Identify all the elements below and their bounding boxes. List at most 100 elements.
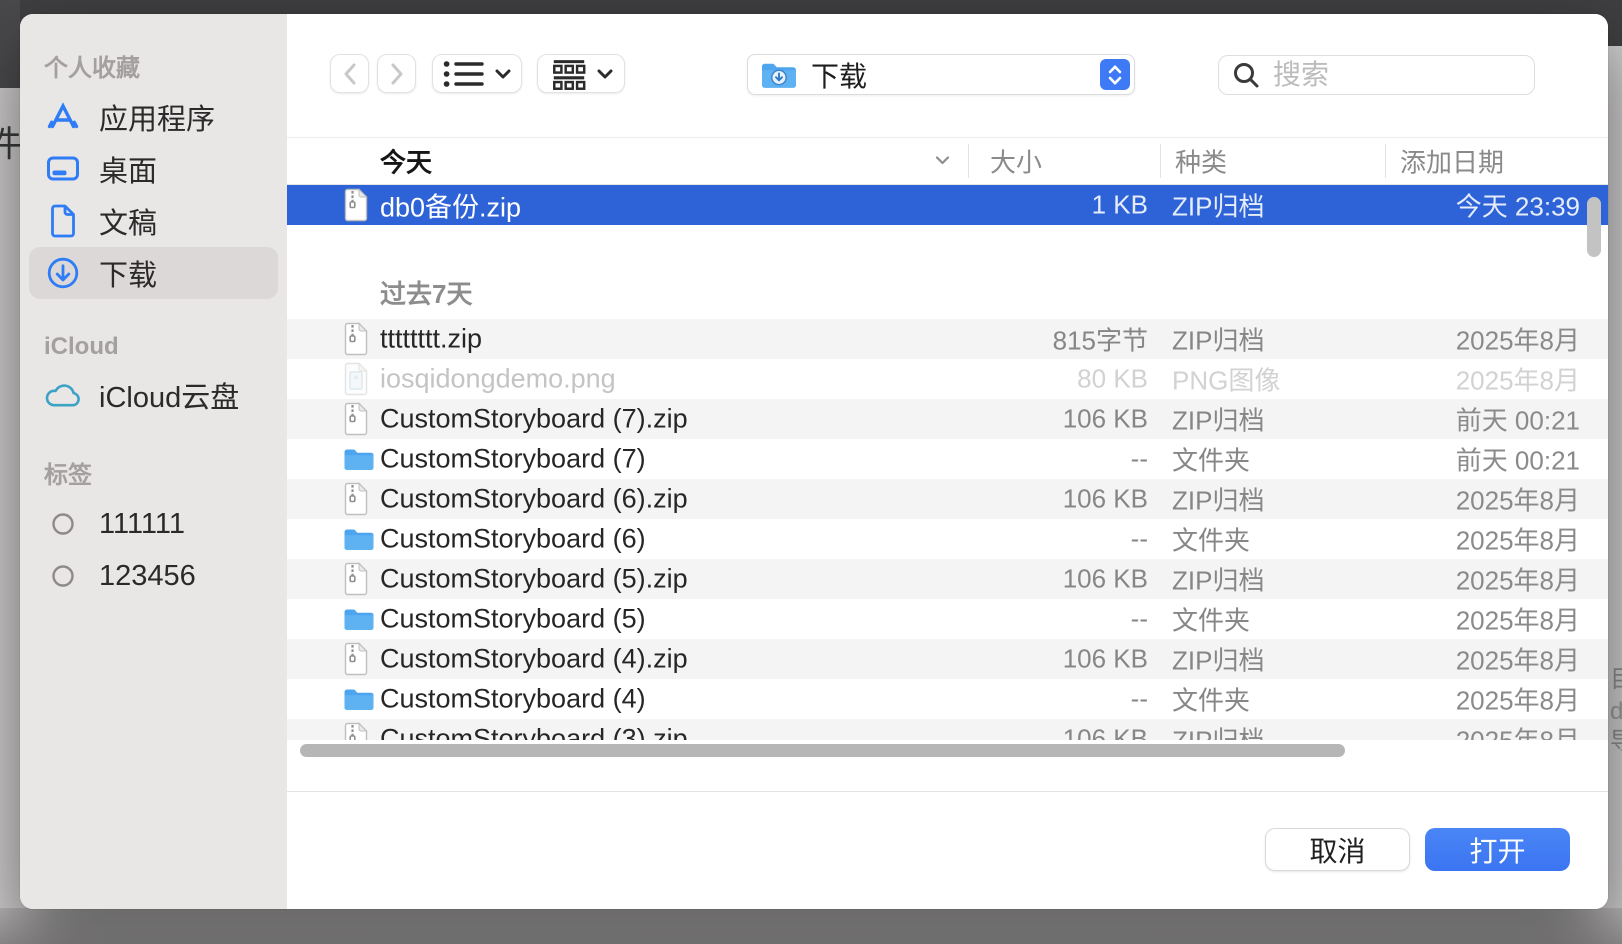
footer-divider: [287, 791, 1608, 792]
zip-file-icon: [343, 562, 369, 596]
file-kind: ZIP归档: [1172, 191, 1265, 222]
vertical-scrollbar-thumb[interactable]: [1587, 197, 1601, 257]
file-name: CustomStoryboard (4).zip: [380, 643, 688, 674]
view-as-list-button[interactable]: [432, 54, 522, 93]
file-kind: 文件夹: [1172, 525, 1251, 556]
download-circle-icon: [44, 255, 82, 291]
file-list: db0备份.zip 1 KB ZIP归档 今天 23:39 过去7天 tttttttt.z…: [287, 185, 1608, 740]
file-kind: 文件夹: [1172, 685, 1251, 716]
file-kind: ZIP归档: [1172, 645, 1265, 676]
file-row[interactable]: CustomStoryboard (6) -- 文件夹 2025年8月: [287, 519, 1608, 559]
sidebar-item-tag-123456[interactable]: 123456: [29, 550, 278, 602]
sidebar-item-desktop[interactable]: 桌面: [29, 143, 278, 195]
file-date-added: 2025年8月: [1455, 565, 1580, 596]
sidebar-item-label: 123456: [99, 559, 196, 592]
file-kind: ZIP归档: [1172, 405, 1265, 436]
file-name: tttttttt.zip: [380, 323, 483, 354]
sidebar-item-tag-111111[interactable]: 111111: [29, 498, 278, 550]
horizontal-scrollbar-thumb[interactable]: [300, 744, 1345, 757]
png-file-icon: [343, 362, 369, 396]
group-view-icon: [552, 59, 585, 90]
sidebar-item-documents[interactable]: 文稿: [29, 195, 278, 247]
forward-button[interactable]: [377, 54, 416, 93]
background-text-fragment: 目: [1610, 668, 1622, 692]
popup-stepper[interactable]: [1100, 59, 1130, 90]
search-input[interactable]: [1271, 58, 1505, 92]
list-spacer: [287, 225, 1608, 259]
zip-file-icon: [343, 322, 369, 356]
file-row[interactable]: iosqidongdemo.png 80 KB PNG图像 2025年8月: [287, 359, 1608, 399]
file-name: iosqidongdemo.png: [380, 363, 616, 394]
file-size: --: [1130, 683, 1148, 714]
file-row[interactable]: db0备份.zip 1 KB ZIP归档 今天 23:39: [287, 185, 1608, 225]
column-header-kind[interactable]: 种类: [1175, 143, 1227, 180]
file-date-added: 2025年8月: [1455, 325, 1580, 356]
file-size: 106 KB: [1062, 723, 1148, 741]
sidebar-item-label: 文稿: [99, 208, 158, 240]
file-date-added: 今天 23:39: [1455, 191, 1580, 222]
file-name: CustomStoryboard (6): [380, 523, 646, 554]
file-name: CustomStoryboard (6).zip: [380, 483, 688, 514]
desktop-icon: [44, 151, 82, 187]
tag-circle-icon: [44, 564, 82, 588]
column-divider: [968, 144, 969, 178]
file-date-added: 前天 00:21: [1455, 445, 1580, 476]
file-size: 106 KB: [1062, 483, 1148, 514]
search-icon: [1234, 63, 1259, 88]
column-divider: [1385, 144, 1386, 178]
file-row[interactable]: tttttttt.zip 815字节 ZIP归档 2025年8月: [287, 319, 1608, 359]
column-header-size[interactable]: 大小: [990, 143, 1042, 180]
chevron-left-icon: [344, 63, 355, 84]
file-name: CustomStoryboard (7): [380, 443, 646, 474]
file-kind: ZIP归档: [1172, 565, 1265, 596]
zip-file-icon: [343, 482, 369, 516]
sidebar-item-applications[interactable]: 应用程序: [29, 91, 278, 143]
file-row[interactable]: CustomStoryboard (4) -- 文件夹 2025年8月: [287, 679, 1608, 719]
file-size: 815字节: [1052, 325, 1148, 356]
file-date-added: 2025年8月: [1455, 605, 1580, 636]
up-down-chevrons-icon: [1108, 65, 1122, 84]
file-row[interactable]: CustomStoryboard (7) -- 文件夹 前天 00:21: [287, 439, 1608, 479]
sidebar-item-downloads[interactable]: 下载: [29, 247, 278, 299]
file-date-added: 2025年8月: [1455, 645, 1580, 676]
file-row[interactable]: CustomStoryboard (7).zip 106 KB ZIP归档 前天 00…: [287, 399, 1608, 439]
search-field[interactable]: [1218, 55, 1535, 95]
file-size: --: [1130, 523, 1148, 554]
column-header-date-added[interactable]: 添加日期: [1400, 143, 1504, 180]
file-name: db0备份.zip: [380, 192, 522, 223]
file-size: --: [1130, 603, 1148, 634]
open-file-dialog: 个人收藏 应用程序 桌面 文稿 下载 iCloud iCloud云盘 标签 111111 1234…: [20, 14, 1608, 909]
file-date-added: 2025年8月: [1455, 525, 1580, 556]
group-header: 过去7天: [287, 259, 1608, 319]
list-view-icon: [443, 60, 484, 87]
file-date-added: 前天 00:21: [1455, 405, 1580, 436]
file-row[interactable]: CustomStoryboard (6).zip 106 KB ZIP归档 2025年…: [287, 479, 1608, 519]
sidebar-item-label: 桌面: [99, 156, 158, 188]
chevron-right-icon: [391, 63, 402, 84]
back-button[interactable]: [330, 54, 369, 93]
grouping-button[interactable]: [537, 54, 625, 93]
file-name: CustomStoryboard (7).zip: [380, 403, 688, 434]
file-name: CustomStoryboard (5): [380, 603, 646, 634]
file-kind: PNG图像: [1172, 365, 1281, 396]
file-row[interactable]: CustomStoryboard (4).zip 106 KB ZIP归档 2025年…: [287, 639, 1608, 679]
dialog-content: 下载 今天 大小 种类: [287, 14, 1608, 909]
file-row[interactable]: CustomStoryboard (5).zip 106 KB ZIP归档 2025年…: [287, 559, 1608, 599]
file-row[interactable]: CustomStoryboard (5) -- 文件夹 2025年8月: [287, 599, 1608, 639]
file-size: 106 KB: [1062, 403, 1148, 434]
file-size: 106 KB: [1062, 563, 1148, 594]
sidebar-item-label: 下载: [99, 260, 158, 292]
cancel-button[interactable]: 取消: [1265, 828, 1410, 871]
file-row[interactable]: CustomStoryboard (3).zip 106 KB ZIP归档 2025年…: [287, 719, 1608, 740]
open-button[interactable]: 打开: [1425, 828, 1570, 871]
group-collapse-chevron-icon[interactable]: [935, 152, 950, 170]
background-left-strip: [0, 0, 20, 88]
file-kind: ZIP归档: [1172, 485, 1265, 516]
appstore-icon: [44, 99, 82, 135]
chevron-down-icon: [495, 69, 511, 78]
chevron-down-icon: [597, 69, 612, 78]
location-popup[interactable]: 下载: [747, 54, 1135, 95]
column-divider: [1160, 144, 1161, 178]
sidebar-item-icloud-drive[interactable]: iCloud云盘: [29, 369, 278, 421]
list-header: 今天 大小 种类 添加日期: [287, 137, 1608, 185]
